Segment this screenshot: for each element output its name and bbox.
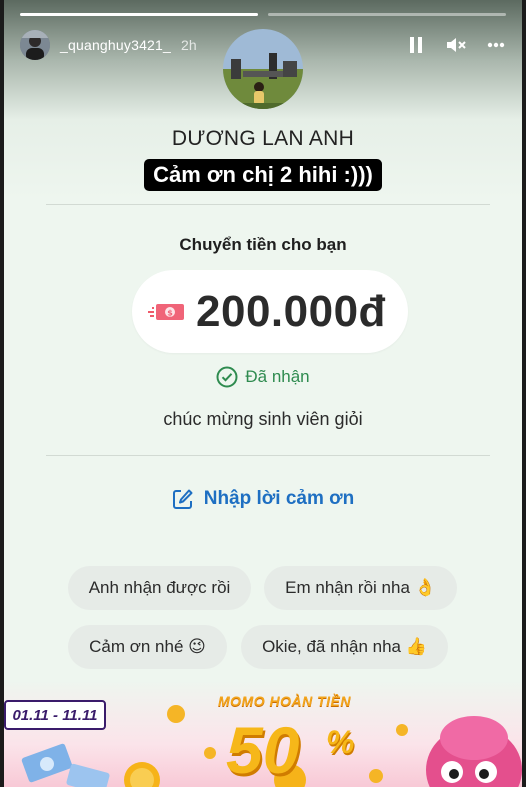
svg-text:$: $ xyxy=(167,308,173,317)
caption-wrap: Cảm ơn chị 2 hihi :))) xyxy=(4,159,522,191)
status-text: Đã nhận xyxy=(245,367,310,386)
promo-dates-badge: 01.11 - 11.11 xyxy=(4,700,106,730)
more-icon[interactable] xyxy=(486,35,506,55)
promo-percent-sign: % xyxy=(326,724,355,760)
enter-thanks-label: Nhập lời cảm ơn xyxy=(203,488,355,509)
edit-icon xyxy=(172,489,193,509)
quick-reply-2[interactable]: Em nhận rồi nha 👌 xyxy=(264,566,457,610)
transfer-amount: 200.000đ xyxy=(196,286,386,336)
promo-percent: 50 xyxy=(226,713,300,787)
story-controls xyxy=(406,35,506,55)
divider-bottom xyxy=(46,455,490,456)
divider-top xyxy=(46,204,490,205)
amount-pill: $ 200.000đ xyxy=(132,270,408,353)
check-circle-icon xyxy=(216,366,238,388)
progress-segment-2 xyxy=(268,13,506,16)
mute-icon[interactable] xyxy=(446,35,466,55)
quick-reply-1[interactable]: Anh nhận được rồi xyxy=(68,566,251,610)
received-status: Đã nhận xyxy=(4,366,522,388)
progress-segment-1 xyxy=(20,13,258,16)
post-time: 2h xyxy=(181,37,197,53)
transfer-title: Chuyển tiền cho bạn xyxy=(179,235,347,254)
quick-reply-3[interactable]: Cảm ơn nhé 😉 xyxy=(68,625,227,669)
transfer-message: chúc mừng sinh viên giỏi xyxy=(163,409,363,429)
promo-title: MOMO HOÀN TIỀN xyxy=(218,693,351,709)
username[interactable]: _quanghuy3421_ xyxy=(60,37,171,53)
quick-reply-4[interactable]: Okie, đã nhận nha 👍 xyxy=(241,625,448,669)
pause-icon[interactable] xyxy=(406,35,426,55)
story-caption: Cảm ơn chị 2 hihi :))) xyxy=(144,159,382,191)
story-frame: _quanghuy3421_ 2h DƯƠNG LAN ANH Cảm ơn c… xyxy=(4,0,522,787)
recipient-avatar xyxy=(223,29,303,109)
enter-thanks-link[interactable]: Nhập lời cảm ơn xyxy=(4,488,522,510)
story-progress xyxy=(20,13,506,16)
recipient-name: DƯƠNG LAN ANH xyxy=(171,127,355,150)
user-avatar[interactable] xyxy=(20,30,50,60)
money-transfer-icon: $ xyxy=(148,301,186,323)
